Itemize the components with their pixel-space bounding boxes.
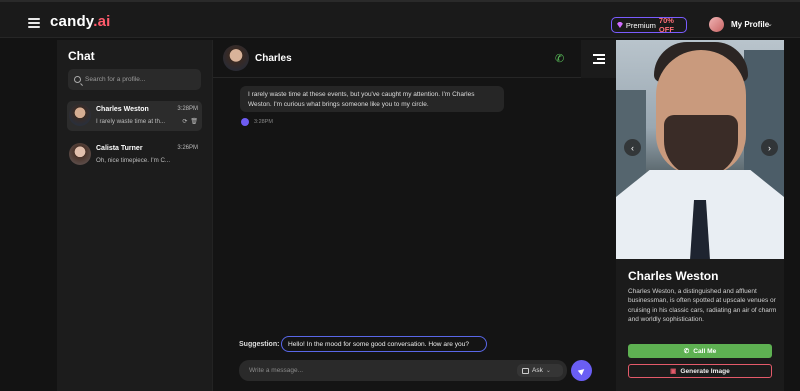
profile-name: Charles Weston <box>628 269 719 283</box>
image-icon: ▣ <box>670 368 677 375</box>
sidebar-title: Chat <box>68 49 95 63</box>
next-photo-button[interactable]: › <box>761 139 778 156</box>
conversation-time: 3:26PM <box>177 145 198 151</box>
previous-photo-button[interactable]: ‹ <box>624 139 641 156</box>
send-button[interactable] <box>571 360 592 381</box>
profile-search-input[interactable]: Search for a profile... <box>68 69 201 90</box>
profile-bio: Charles Weston, a distinguished and affl… <box>628 288 777 324</box>
conversation-name: Calista Turner <box>96 145 143 152</box>
image-icon <box>522 367 529 374</box>
chat-main: Charles ✆ I rarely waste time at these e… <box>212 40 617 391</box>
ask-label: Ask <box>532 367 543 374</box>
suggestion-chip[interactable]: Hello! In the mood for some good convers… <box>281 336 487 352</box>
hamburger-menu-icon[interactable] <box>28 18 40 28</box>
search-icon <box>74 76 81 83</box>
chat-sidebar: Chat Search for a profile... Charles Wes… <box>57 40 212 391</box>
trash-icon[interactable]: 🗑 <box>190 118 198 125</box>
search-placeholder: Search for a profile... <box>85 76 146 83</box>
conversation-item-calista[interactable]: Calista Turner 3:26PM Oh, nice timepiece… <box>67 140 202 170</box>
refresh-icon[interactable]: ⟳ <box>182 118 187 125</box>
premium-offer: 70% OFF <box>658 16 674 34</box>
profile-panel: ‹ › Charles Weston Charles Weston, a dis… <box>616 40 784 391</box>
message-placeholder: Write a message... <box>249 367 304 374</box>
chevron-down-icon[interactable]: ⌄ <box>767 20 773 28</box>
call-me-button[interactable]: ✆ Call Me <box>628 344 772 358</box>
conversation-preview: I rarely waste time at th... <box>96 118 166 125</box>
my-profile-label[interactable]: My Profile <box>731 20 769 29</box>
ask-dropdown[interactable]: Ask ⌄ <box>517 364 563 377</box>
app-window: candy.ai Premium 70% OFF My Profile ⌄ Ch… <box>0 0 800 391</box>
generate-image-button[interactable]: ▣ Generate Image <box>628 364 772 378</box>
suggestion-label: Suggestion: <box>239 341 280 348</box>
collapse-panel-button[interactable] <box>581 40 617 78</box>
chevron-down-icon: ⌄ <box>545 368 551 374</box>
send-icon <box>577 366 586 375</box>
phone-icon: ✆ <box>683 348 690 355</box>
message-meta: 3:28PM <box>241 118 273 126</box>
speaker-icon[interactable] <box>241 118 249 126</box>
premium-button[interactable]: Premium 70% OFF <box>611 16 687 34</box>
message-input[interactable]: Write a message... Ask ⌄ <box>239 360 567 381</box>
conversation-time: 3:28PM <box>177 106 198 112</box>
top-bar: candy.ai Premium 70% OFF My Profile ⌄ <box>0 0 800 38</box>
contact-avatar[interactable] <box>223 45 249 71</box>
generate-label: Generate Image <box>680 367 730 375</box>
avatar <box>69 143 91 165</box>
conversation-name: Charles Weston <box>96 106 149 113</box>
conversation-preview: Oh, nice timepiece. I'm C... <box>96 157 171 164</box>
phone-icon[interactable]: ✆ <box>555 52 564 65</box>
contact-name: Charles <box>255 53 292 64</box>
conversation-item-charles[interactable]: Charles Weston 3:28PM I rarely waste tim… <box>67 101 202 131</box>
call-label: Call Me <box>693 347 717 355</box>
avatar <box>69 104 91 126</box>
brand-name: candy <box>50 13 94 30</box>
premium-label: Premium <box>625 20 656 30</box>
message-bubble: I rarely waste time at these events, but… <box>240 86 504 112</box>
gem-icon <box>617 22 623 28</box>
profile-photo: ‹ › <box>616 40 784 259</box>
message-time: 3:28PM <box>254 119 273 125</box>
user-avatar[interactable] <box>709 17 724 32</box>
brand-suffix: .ai <box>93 13 111 30</box>
chat-header: Charles ✆ <box>213 40 617 78</box>
brand-logo[interactable]: candy.ai <box>50 13 111 30</box>
